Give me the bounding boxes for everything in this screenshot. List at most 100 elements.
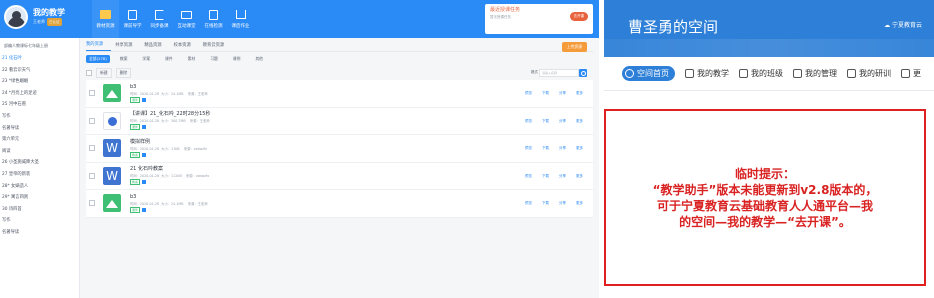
preview-link[interactable]: 预览 xyxy=(525,146,532,151)
download-link[interactable]: 下载 xyxy=(542,91,549,96)
verified-badge: 已认证 xyxy=(47,18,62,26)
search-input[interactable]: 请输入名称 xyxy=(539,69,579,77)
share-link[interactable]: 分享 xyxy=(559,119,566,124)
recent-task-panel: 最近授课任务 暂无授课任务 去开课 xyxy=(485,4,593,34)
more-link[interactable]: 更多 xyxy=(576,119,583,124)
download-link[interactable]: 下载 xyxy=(542,174,549,179)
tab-cloud-resources[interactable]: 教育云资源 xyxy=(203,42,232,51)
sidebar-item[interactable]: 28* 女娲造人 xyxy=(0,180,79,192)
filter-other[interactable]: 其他 xyxy=(255,56,263,62)
cloud-brand-logo[interactable]: ☁ 宁夏教育云 xyxy=(884,20,922,29)
preview-link[interactable]: 预览 xyxy=(525,174,532,179)
space-nav-research[interactable]: 我的研训 xyxy=(847,68,891,79)
space-nav-teaching[interactable]: 我的教学 xyxy=(685,68,729,79)
space-nav-class[interactable]: 我的班级 xyxy=(739,68,783,79)
sidebar-item[interactable]: 26 小圣施威降大圣 xyxy=(0,156,79,168)
sidebar-item[interactable]: 30 诗四首 xyxy=(0,203,79,215)
sidebar-item[interactable]: 25 河中石兽 xyxy=(0,98,79,110)
check-icon xyxy=(208,9,219,20)
preview-link[interactable]: 预览 xyxy=(525,91,532,96)
nav-textbook-resources[interactable]: 教材资源 xyxy=(92,0,119,38)
filter-study-plan[interactable]: 学案 xyxy=(142,56,150,62)
filter-teaching-plan[interactable]: 教案 xyxy=(120,56,128,62)
new-folder-button[interactable]: 新建 xyxy=(96,68,112,78)
row-checkbox[interactable] xyxy=(89,117,95,124)
filter-all[interactable]: 全部(278) xyxy=(86,55,110,63)
more-link[interactable]: 更多 xyxy=(576,146,583,151)
nav-preview-guide[interactable]: 课前导学 xyxy=(119,0,146,38)
search-icon[interactable] xyxy=(579,69,587,77)
nav-interactive-class[interactable]: 互动课堂 xyxy=(173,0,200,38)
resource-title[interactable]: b3 xyxy=(130,194,208,201)
notice-line: “教学助手”版本未能更新到v2.8版本的， xyxy=(652,182,878,197)
upload-button[interactable]: 上传资源 xyxy=(561,42,587,52)
type-tag: 课件 xyxy=(130,124,141,131)
resource-title[interactable]: b3 xyxy=(130,84,208,91)
start-class-button[interactable]: 去开课 xyxy=(569,12,588,21)
list-item[interactable]: b3 时间：2020-01-28 大小：24.1MB 来源：王老师 课件 预览 … xyxy=(86,80,593,108)
filter-material[interactable]: 素材 xyxy=(188,56,196,62)
space-nav-home[interactable]: 空间首页 xyxy=(622,66,675,81)
preview-link[interactable]: 预览 xyxy=(525,119,532,124)
resource-list: b3 时间：2020-01-28 大小：24.1MB 来源：王老师 课件 预览 … xyxy=(86,80,593,218)
list-item[interactable]: W 21 化石吟教案 时间：2020-01-28 大小：112KB 来源：zxb… xyxy=(86,162,593,190)
resource-title[interactable]: 【讲课】21_化石吟_22时28分15秒 xyxy=(130,111,210,118)
folder-icon xyxy=(100,9,111,20)
video-file-icon xyxy=(103,111,121,130)
list-item[interactable]: b3 时间：2020-01-28 大小：24.1MB 来源：王老师 课件 预览 … xyxy=(86,190,593,218)
nav-online-test[interactable]: 在线检测 xyxy=(200,0,227,38)
list-toolbar: 新建 删除 格式 请输入名称 xyxy=(86,66,593,80)
share-link[interactable]: 分享 xyxy=(559,174,566,179)
sidebar-item[interactable]: 写作 xyxy=(0,110,79,122)
more-link[interactable]: 更多 xyxy=(576,174,583,179)
share-link[interactable]: 分享 xyxy=(559,146,566,151)
type-tag: 课件 xyxy=(130,206,141,213)
share-link[interactable]: 分享 xyxy=(559,201,566,206)
share-status-icon xyxy=(142,125,147,130)
space-nav-more[interactable]: 更 xyxy=(901,68,921,79)
tab-premium-resources[interactable]: 精品资源 xyxy=(144,42,169,51)
filter-courseware[interactable]: 课件 xyxy=(165,56,173,62)
sidebar-item[interactable]: 24 *月亮上的足迹 xyxy=(0,87,79,99)
sidebar-item[interactable]: 阅读 xyxy=(0,145,79,157)
sidebar-item[interactable]: 22 看云识天气 xyxy=(0,64,79,76)
preview-link[interactable]: 预览 xyxy=(525,201,532,206)
resource-title[interactable]: 模拟样例 xyxy=(130,139,207,146)
nav-homework[interactable]: 课后作业 xyxy=(227,0,254,38)
more-link[interactable]: 更多 xyxy=(576,91,583,96)
space-nav-management[interactable]: 我的管理 xyxy=(793,68,837,79)
sidebar-item[interactable]: 第六单元 xyxy=(0,133,79,145)
tab-shared-resources[interactable]: 共享资源 xyxy=(115,42,140,51)
sidebar-item[interactable]: 写作 xyxy=(0,214,79,226)
row-checkbox[interactable] xyxy=(89,200,95,207)
row-checkbox[interactable] xyxy=(89,172,95,179)
tab-my-resources[interactable]: 我的资源 xyxy=(86,41,112,51)
chapter-sidebar: 部编人教课标七年级上册 21 化石吟 22 看云识天气 23 *绿色蝈蝈 24 … xyxy=(0,38,80,298)
sidebar-item[interactable]: 名著导读 xyxy=(0,122,79,134)
resource-title[interactable]: 21 化石吟教案 xyxy=(130,166,209,173)
sidebar-item[interactable]: 21 化石吟 xyxy=(0,52,79,64)
download-link[interactable]: 下载 xyxy=(542,146,549,151)
list-item[interactable]: 【讲课】21_化石吟_22时28分15秒 时间：2020-01-28 大小：30… xyxy=(86,107,593,135)
sidebar-item[interactable]: 名著导读 xyxy=(0,226,79,238)
download-link[interactable]: 下载 xyxy=(542,201,549,206)
nav-lesson-prep[interactable]: 同步备课 xyxy=(146,0,173,38)
download-link[interactable]: 下载 xyxy=(542,119,549,124)
share-link[interactable]: 分享 xyxy=(559,91,566,96)
more-link[interactable]: 更多 xyxy=(576,201,583,206)
filter-exercise[interactable]: 习题 xyxy=(210,56,218,62)
select-all-checkbox[interactable] xyxy=(86,70,92,76)
user-name: 王老师 xyxy=(33,19,45,24)
list-item[interactable]: W 模拟样例 时间：2020-01-28 大小：11KB 来源：zxbwzfx … xyxy=(86,135,593,163)
delete-button[interactable]: 删除 xyxy=(115,68,132,78)
sidebar-item[interactable]: 29* 寓言四则 xyxy=(0,191,79,203)
textbook-selector[interactable]: 部编人教课标七年级上册 xyxy=(0,38,79,52)
row-checkbox[interactable] xyxy=(89,145,95,152)
sidebar-item[interactable]: 23 *绿色蝈蝈 xyxy=(0,75,79,87)
format-select[interactable]: 格式 xyxy=(531,70,538,75)
filter-lesson-example[interactable]: 课例 xyxy=(233,56,241,62)
avatar[interactable] xyxy=(4,5,28,29)
sidebar-item[interactable]: 27 皇帝的新装 xyxy=(0,168,79,180)
tab-school-resources[interactable]: 校本资源 xyxy=(174,42,199,51)
row-checkbox[interactable] xyxy=(89,90,95,97)
